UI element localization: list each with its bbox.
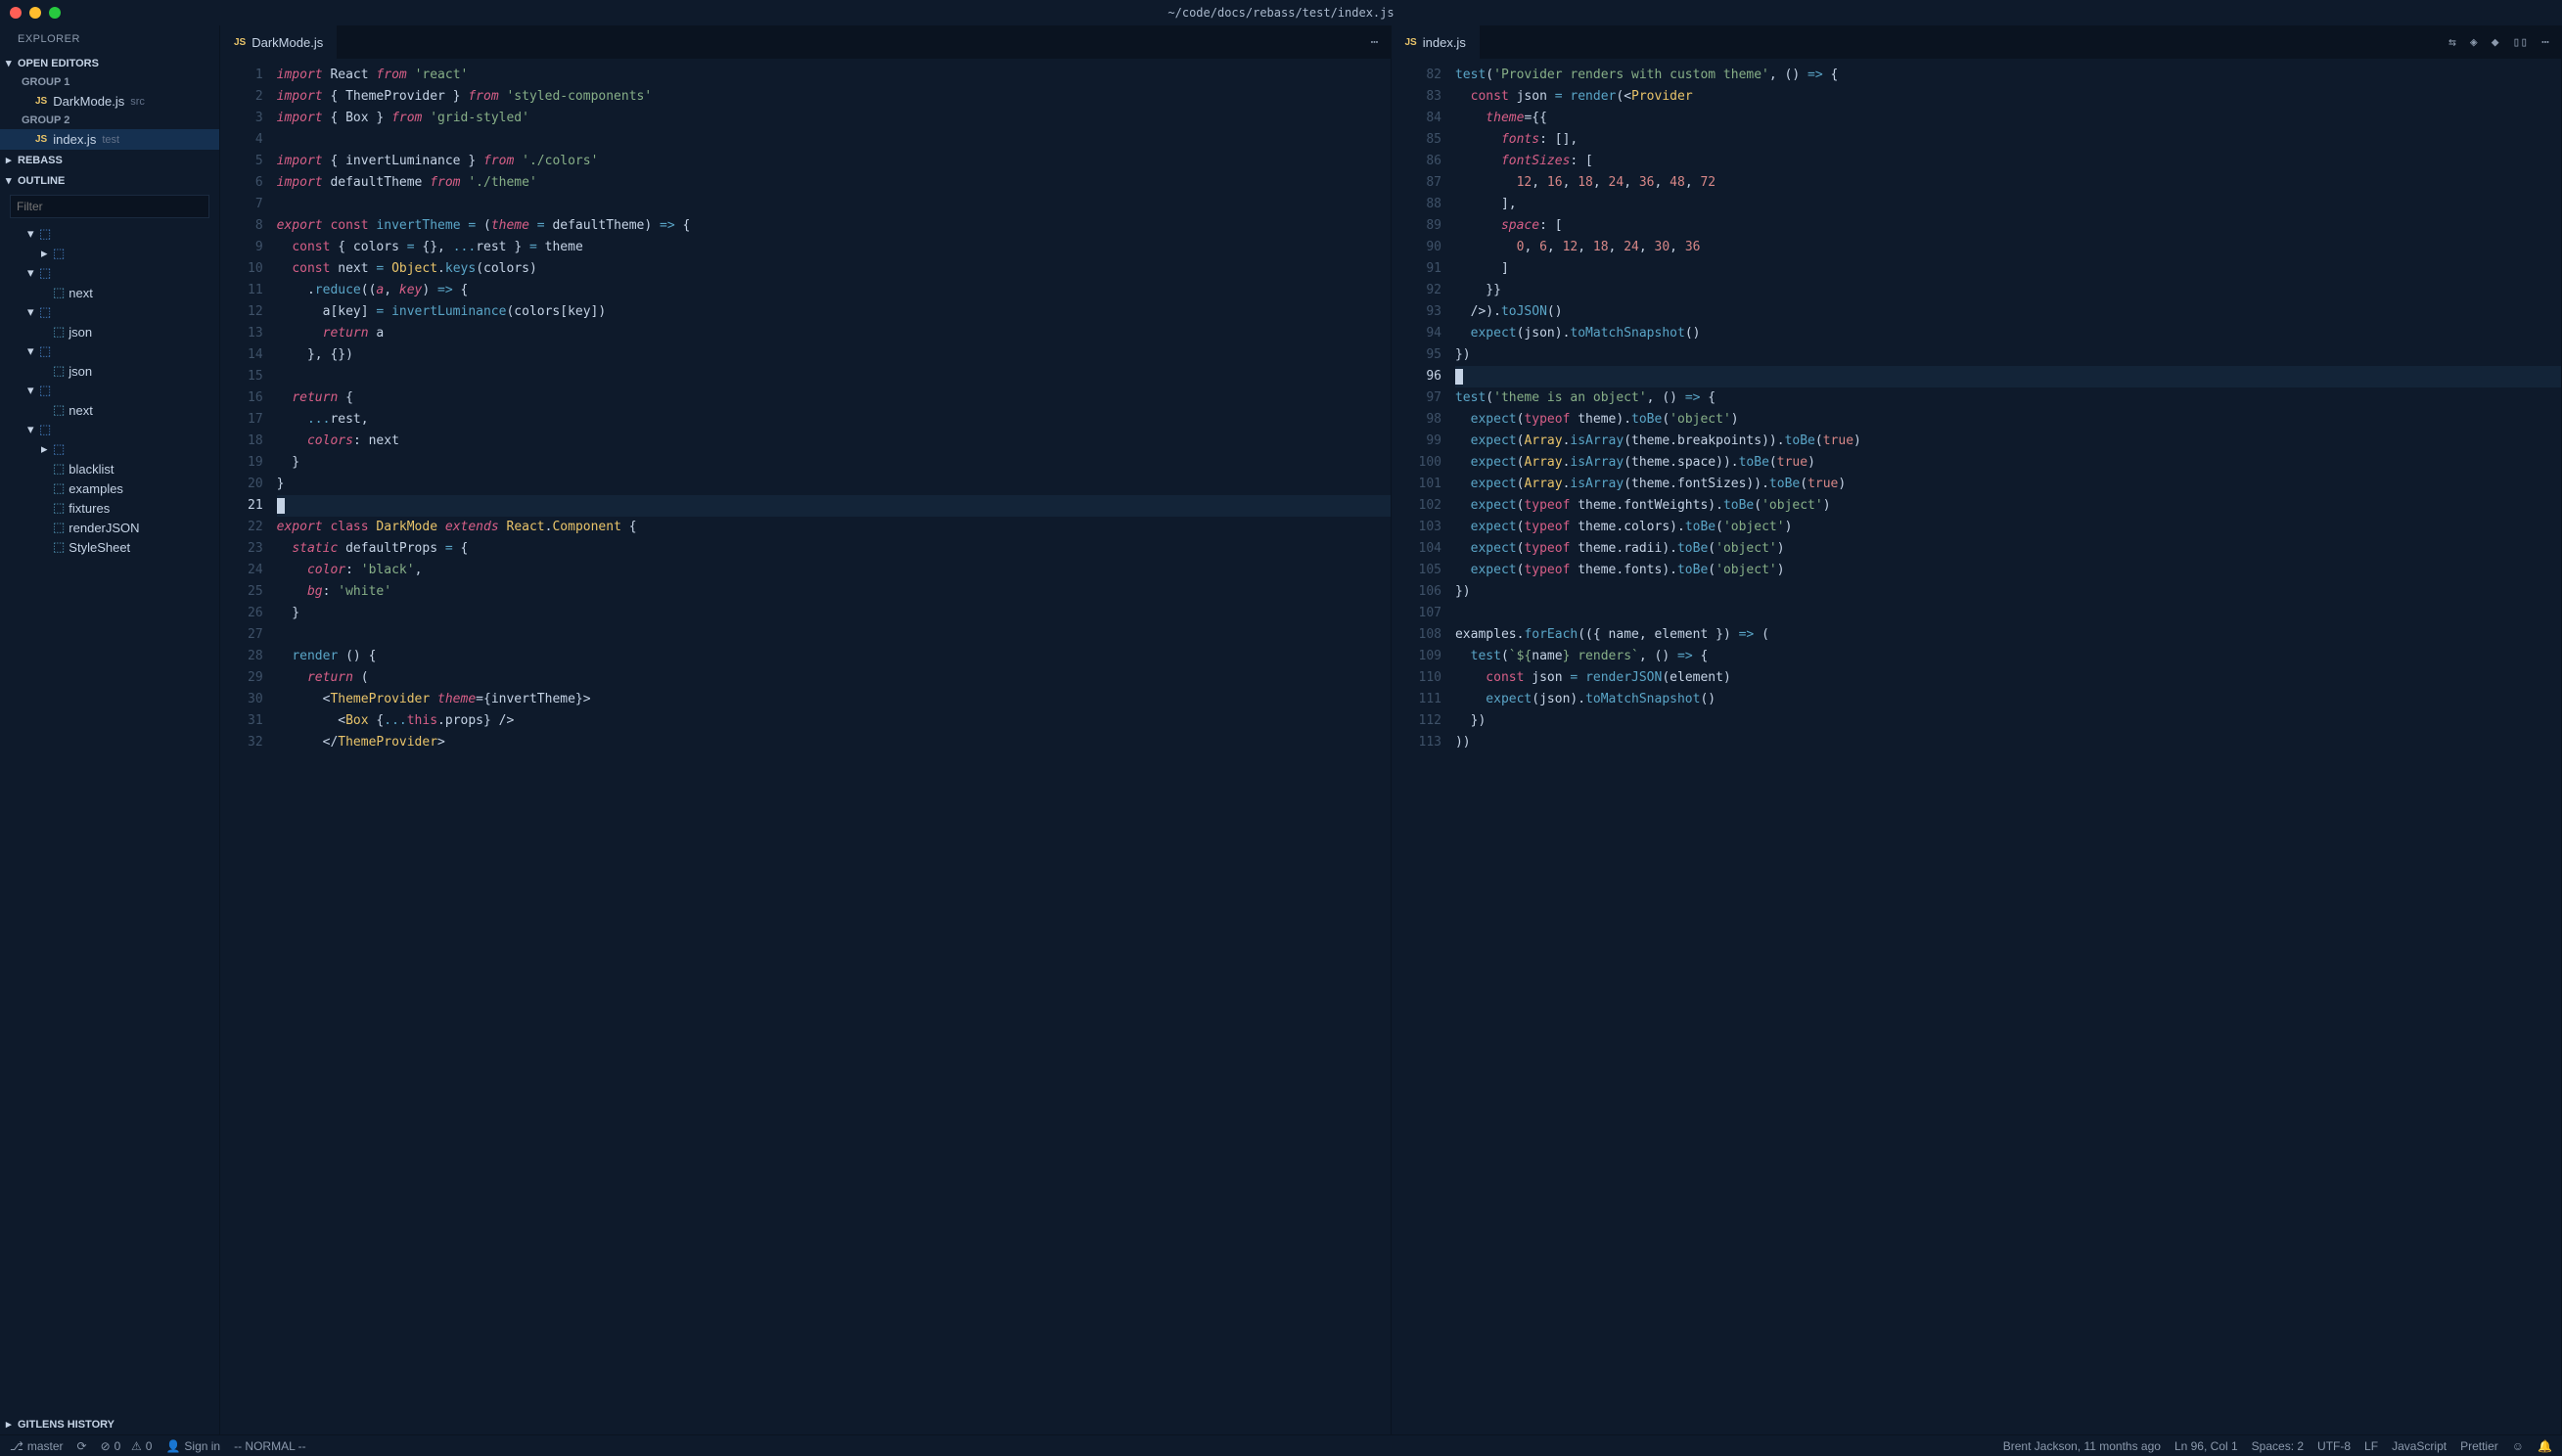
cursor-position[interactable]: Ln 96, Col 1 bbox=[2174, 1439, 2238, 1453]
outline-item[interactable]: ▾⬚ bbox=[0, 341, 219, 361]
open-editor-darkmode[interactable]: JS DarkMode.js src bbox=[0, 91, 219, 112]
outline-item[interactable]: ⬚ examples bbox=[0, 478, 219, 498]
signin-label: Sign in bbox=[184, 1439, 220, 1453]
branch-name: master bbox=[27, 1439, 64, 1453]
line-gutter: 8283848586878889909192939495969798991001… bbox=[1392, 59, 1455, 1434]
indentation[interactable]: Spaces: 2 bbox=[2252, 1439, 2304, 1453]
problems[interactable]: ⊘ 0 ⚠ 0 bbox=[101, 1439, 153, 1453]
outline-item[interactable]: ▾⬚ bbox=[0, 224, 219, 244]
explorer-label: EXPLORER bbox=[0, 25, 219, 53]
split-icon[interactable]: ▯▯ bbox=[2513, 35, 2529, 50]
outline-section[interactable]: ▾OUTLINE bbox=[0, 170, 219, 191]
more-actions-icon[interactable]: ⋯ bbox=[1371, 35, 1379, 50]
code-editor-left[interactable]: import React from 'react'import { ThemeP… bbox=[277, 59, 1391, 1434]
open-editor-index[interactable]: JS index.js test bbox=[0, 129, 219, 150]
preview-icon[interactable]: ◈ bbox=[2470, 35, 2478, 50]
eol[interactable]: LF bbox=[2364, 1439, 2378, 1453]
outline-item[interactable]: ▾⬚ bbox=[0, 381, 219, 400]
prettier[interactable]: Prettier bbox=[2460, 1439, 2498, 1453]
folder-section[interactable]: ▸REBASS bbox=[0, 150, 219, 170]
tabs-bar-right: JS index.js ⇆ ◈ ◆ ▯▯ ⋯ bbox=[1392, 25, 2562, 59]
git-blame[interactable]: Brent Jackson, 11 months ago bbox=[2003, 1439, 2161, 1453]
outline-item[interactable]: ⬚ blacklist bbox=[0, 459, 219, 478]
code-editor-right[interactable]: test('Provider renders with custom theme… bbox=[1455, 59, 2561, 1434]
outline-item[interactable]: ⬚ fixtures bbox=[0, 498, 219, 518]
sidebar: EXPLORER ▾OPEN EDITORS GROUP 1 JS DarkMo… bbox=[0, 25, 220, 1434]
outline-item[interactable]: ⬚ StyleSheet bbox=[0, 537, 219, 557]
outline-filter-input[interactable] bbox=[10, 195, 209, 218]
outline-item[interactable]: ⬚ next bbox=[0, 283, 219, 302]
file-desc: test bbox=[102, 134, 119, 146]
file-name: DarkMode.js bbox=[53, 94, 124, 109]
outline-item[interactable]: ▾⬚ bbox=[0, 302, 219, 322]
gitlens-section[interactable]: ▸GITLENS HISTORY bbox=[0, 1414, 219, 1434]
vim-mode: -- NORMAL -- bbox=[234, 1439, 306, 1453]
bell-icon[interactable]: 🔔 bbox=[2538, 1439, 2552, 1453]
editor-pane-left: JS DarkMode.js ⋯ 12345678910111213141516… bbox=[220, 25, 1392, 1434]
group-1-label: GROUP 1 bbox=[0, 73, 219, 91]
close-button[interactable] bbox=[10, 7, 22, 19]
compare-icon[interactable]: ⇆ bbox=[2448, 35, 2456, 50]
js-icon: JS bbox=[35, 96, 47, 107]
outline-item[interactable]: ▾⬚ bbox=[0, 420, 219, 439]
outline-item[interactable]: ⬚ json bbox=[0, 322, 219, 341]
js-icon: JS bbox=[1405, 37, 1417, 48]
js-icon: JS bbox=[234, 37, 246, 48]
open-editors-label: OPEN EDITORS bbox=[18, 58, 99, 69]
file-name: index.js bbox=[53, 132, 96, 147]
feedback-icon[interactable]: ☺ bbox=[2512, 1439, 2524, 1453]
outline-item[interactable]: ⬚ json bbox=[0, 361, 219, 381]
outline-tree: ▾⬚ ▸⬚ ▾⬚ ⬚ next▾⬚ ⬚ json▾⬚ ⬚ json▾⬚ ⬚ ne… bbox=[0, 222, 219, 1414]
signin[interactable]: 👤 Sign in bbox=[165, 1439, 220, 1453]
encoding[interactable]: UTF-8 bbox=[2317, 1439, 2351, 1453]
sync-icon[interactable]: ⟳ bbox=[77, 1439, 87, 1453]
language-mode[interactable]: JavaScript bbox=[2392, 1439, 2447, 1453]
tabs-bar-left: JS DarkMode.js ⋯ bbox=[220, 25, 1391, 59]
file-desc: src bbox=[130, 96, 145, 108]
outline-item[interactable]: ▸⬚ bbox=[0, 439, 219, 459]
tab-index[interactable]: JS index.js bbox=[1392, 25, 1480, 59]
folder-label: REBASS bbox=[18, 155, 63, 166]
outline-label: OUTLINE bbox=[18, 175, 65, 187]
maximize-button[interactable] bbox=[49, 7, 61, 19]
outline-item[interactable]: ▾⬚ bbox=[0, 263, 219, 283]
statusbar: ⎇ master ⟳ ⊘ 0 ⚠ 0 👤 Sign in -- NORMAL -… bbox=[0, 1434, 2562, 1456]
tab-label: DarkMode.js bbox=[252, 35, 323, 50]
open-editors-section[interactable]: ▾OPEN EDITORS bbox=[0, 53, 219, 73]
more-actions-icon[interactable]: ⋯ bbox=[2541, 35, 2549, 50]
outline-item[interactable]: ⬚ next bbox=[0, 400, 219, 420]
diff-icon[interactable]: ◆ bbox=[2492, 35, 2499, 50]
gitlens-label: GITLENS HISTORY bbox=[18, 1419, 114, 1431]
tab-label: index.js bbox=[1423, 35, 1466, 50]
error-count: 0 bbox=[114, 1439, 121, 1453]
editor-pane-right: JS index.js ⇆ ◈ ◆ ▯▯ ⋯ 82838485868788899… bbox=[1392, 25, 2562, 1434]
group-2-label: GROUP 2 bbox=[0, 112, 219, 129]
outline-item[interactable]: ▸⬚ bbox=[0, 244, 219, 263]
warning-count: 0 bbox=[146, 1439, 153, 1453]
window-title: ~/code/docs/rebass/test/index.js bbox=[1167, 6, 1394, 20]
titlebar: ~/code/docs/rebass/test/index.js bbox=[0, 0, 2562, 25]
minimize-button[interactable] bbox=[29, 7, 41, 19]
line-gutter: 1234567891011121314151617181920212223242… bbox=[220, 59, 277, 1434]
tab-darkmode[interactable]: JS DarkMode.js bbox=[220, 25, 337, 59]
js-icon: JS bbox=[35, 134, 47, 145]
outline-item[interactable]: ⬚ renderJSON bbox=[0, 518, 219, 537]
git-branch[interactable]: ⎇ master bbox=[10, 1439, 64, 1453]
